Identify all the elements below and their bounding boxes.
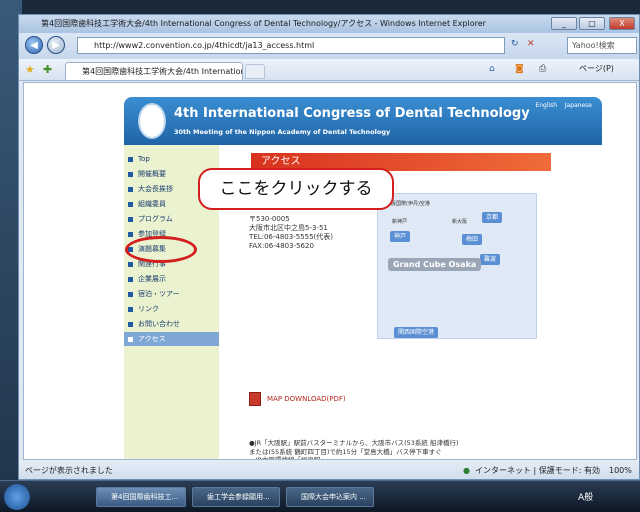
back-arrow-icon[interactable]: ◀: [25, 36, 43, 54]
security-zone: インターネット | 保護モード: 有効: [475, 466, 601, 475]
nav-top[interactable]: Top: [128, 152, 150, 166]
start-button[interactable]: [4, 484, 30, 510]
map-kix: 関西国際空港: [394, 327, 439, 338]
nav-access[interactable]: アクセス: [124, 332, 219, 346]
favorites-star-icon[interactable]: ★: [25, 63, 35, 76]
nav-accommodation[interactable]: 宿泊・ツアー: [128, 287, 180, 301]
stop-icon[interactable]: ✕: [527, 39, 535, 49]
map-venue: Grand Cube Osaka: [388, 258, 482, 271]
map-umeda: 梅田: [462, 234, 483, 245]
refresh-icon[interactable]: ↻: [511, 39, 519, 49]
nav-links[interactable]: リンク: [128, 302, 159, 316]
search-input[interactable]: Yahoo!検索: [567, 37, 637, 54]
feed-icon[interactable]: ◙: [515, 64, 524, 74]
access-directions: ●JR「大阪駅」駅前バスターミナルから、大阪市バス(53系統 船津橋行) または…: [249, 439, 459, 460]
maximize-button[interactable]: □: [579, 17, 605, 30]
map-kobe: 神戸: [390, 231, 411, 242]
site-header: 4th International Congress of Dental Tec…: [124, 97, 602, 145]
site-subtitle: 30th Meeting of the Nippon Academy of De…: [174, 128, 391, 136]
zoom-level[interactable]: 100%: [609, 460, 632, 479]
pdf-icon: [249, 392, 261, 406]
tab-bar: ★ ✚ 第4回国際歯科技工学術大会/4th International... ⌂…: [19, 59, 639, 81]
ime-indicator[interactable]: A般: [578, 490, 593, 503]
forward-arrow-icon[interactable]: ▶: [47, 36, 65, 54]
print-icon[interactable]: ⎙: [539, 64, 546, 74]
title-bar: 第4回国際歯科技工学術大会/4th International Congress…: [19, 15, 639, 33]
venue-address: 〒530-0005 大阪市北区中之島5-3-51 TEL:06-4803-555…: [249, 215, 334, 250]
map-namba: 難波: [480, 254, 501, 265]
page-viewport: 4th International Congress of Dental Tec…: [23, 82, 637, 460]
taskbar: 第4回国際歯科技工... 歯工学会参録願用... 国際大会申込案内 ... A般: [0, 480, 640, 512]
ie-window: 第4回国際歯科技工学術大会/4th International Congress…: [18, 14, 640, 480]
map-shinkobe: 新神戸: [392, 219, 408, 225]
map-shinosaka: 新大阪: [452, 219, 468, 225]
map-kyoto: 京都: [482, 212, 503, 223]
nav-committee[interactable]: 組織委員: [128, 197, 166, 211]
tab-active[interactable]: 第4回国際歯科技工学術大会/4th International...: [65, 62, 243, 80]
site-title: 4th International Congress of Dental Tec…: [174, 106, 530, 121]
task-doc2[interactable]: 国際大会申込案内 ...: [286, 487, 374, 507]
status-bar: ページが表示されました ● インターネット | 保護モード: 有効 100%: [19, 460, 639, 479]
map-download-link[interactable]: MAP DOWNLOAD(PDF): [267, 395, 346, 403]
task-ie[interactable]: 第4回国際歯科技工...: [96, 487, 186, 507]
close-button[interactable]: X: [609, 17, 635, 30]
lang-japanese[interactable]: Japanese: [565, 102, 592, 109]
tooth-logo-icon: [138, 103, 166, 139]
globe-icon: ●: [463, 466, 470, 475]
instruction-callout: ここをクリックする: [198, 168, 394, 210]
url-input[interactable]: http://www2.convention.co.jp/4thicdt/ja1…: [77, 37, 505, 54]
language-switch: English Japanese: [535, 102, 592, 109]
nav-contact[interactable]: お問い合わせ: [128, 317, 180, 331]
home-icon[interactable]: ⌂: [489, 64, 495, 74]
nav-program[interactable]: プログラム: [128, 212, 173, 226]
task-doc1[interactable]: 歯工学会参録願用...: [192, 487, 280, 507]
nav-greeting[interactable]: 大会長挨拶: [128, 182, 173, 196]
window-title: 第4回国際歯科技工学術大会/4th International Congress…: [41, 19, 486, 28]
minimize-button[interactable]: _: [551, 17, 577, 30]
add-favorites-icon[interactable]: ✚: [43, 63, 52, 76]
highlight-oval: [125, 236, 197, 263]
page-menu[interactable]: ページ(P): [579, 63, 614, 74]
lang-english[interactable]: English: [535, 102, 557, 109]
nav-exhibition[interactable]: 企業展示: [128, 272, 166, 286]
status-text: ページが表示されました: [25, 466, 113, 475]
new-tab-button[interactable]: [245, 64, 265, 79]
route-map: 大阪国際(伊丹)空港 京都 新神戸 新大阪 神戸 梅田 難波 Grand Cub…: [377, 193, 537, 339]
nav-overview[interactable]: 開催概要: [128, 167, 166, 181]
address-bar: ◀ ▶ http://www2.convention.co.jp/4thicdt…: [19, 33, 639, 59]
